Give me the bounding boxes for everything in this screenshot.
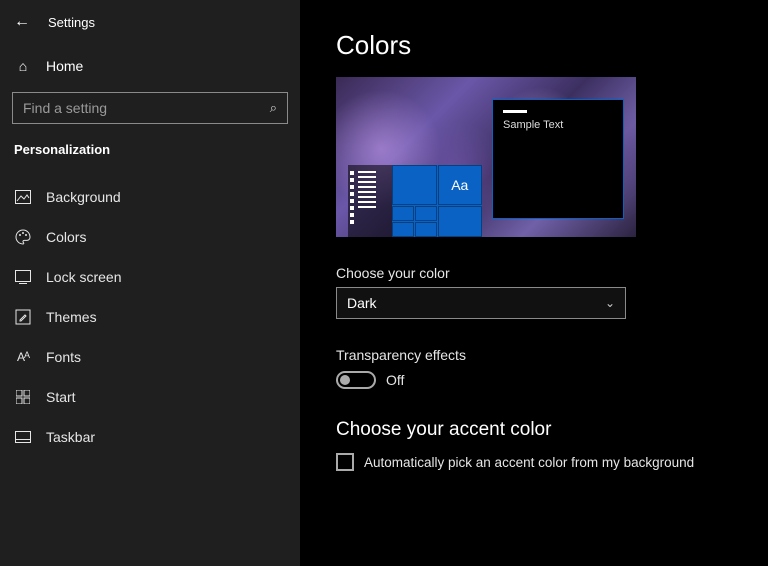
app-title: Settings: [48, 15, 95, 30]
transparency-toggle[interactable]: [336, 371, 376, 389]
sample-accent-bar: [503, 110, 527, 113]
accent-color-title: Choose your accent color: [336, 419, 768, 441]
nav-label: Colors: [46, 229, 86, 245]
color-preview: Sample Text Aa: [336, 77, 636, 237]
sample-window: Sample Text: [492, 99, 624, 219]
nav-fonts[interactable]: AA Fonts: [0, 337, 300, 377]
nav-background[interactable]: Background: [0, 177, 300, 217]
search-input[interactable]: [23, 100, 270, 116]
nav-taskbar[interactable]: Taskbar: [0, 417, 300, 457]
preview-start-list: [348, 165, 392, 237]
palette-icon: [14, 229, 32, 245]
transparency-label: Transparency effects: [336, 347, 768, 363]
color-mode-label: Choose your color: [336, 265, 768, 281]
search-icon: ⌕: [270, 100, 277, 116]
search-box[interactable]: ⌕: [12, 92, 288, 124]
nav-themes[interactable]: Themes: [0, 297, 300, 337]
nav-label: Background: [46, 189, 121, 205]
sidebar: ← Settings ⌂ Home ⌕ Personalization Back…: [0, 0, 300, 566]
nav-list: Background Colors Lock screen Themes AA …: [0, 177, 300, 457]
color-mode-select[interactable]: Dark ⌄: [336, 287, 626, 319]
themes-icon: [14, 309, 32, 325]
nav-start[interactable]: Start: [0, 377, 300, 417]
main-content: Colors Sample Text Aa Choose your color …: [300, 0, 768, 566]
preview-start-tiles: Aa: [392, 165, 482, 237]
preview-aa-tile: Aa: [438, 165, 483, 205]
home-icon: ⌂: [14, 58, 32, 74]
transparency-row: Off: [336, 371, 768, 389]
nav-label: Fonts: [46, 349, 81, 365]
nav-label: Start: [46, 389, 76, 405]
transparency-state: Off: [386, 372, 404, 388]
fonts-icon: AA: [14, 350, 32, 364]
sidebar-header: ← Settings: [0, 12, 300, 48]
lock-screen-icon: [14, 270, 32, 284]
sample-text: Sample Text: [503, 119, 563, 131]
auto-accent-row: Automatically pick an accent color from …: [336, 453, 768, 471]
auto-accent-checkbox[interactable]: [336, 453, 354, 471]
picture-icon: [14, 190, 32, 204]
nav-label: Taskbar: [46, 429, 95, 445]
auto-accent-label: Automatically pick an accent color from …: [364, 455, 694, 470]
home-label: Home: [46, 58, 83, 74]
preview-start: Aa: [348, 165, 482, 237]
taskbar-icon: [14, 431, 32, 443]
back-arrow-icon[interactable]: ←: [14, 14, 30, 30]
nav-lock-screen[interactable]: Lock screen: [0, 257, 300, 297]
home-nav[interactable]: ⌂ Home: [0, 48, 300, 84]
chevron-down-icon: ⌄: [605, 296, 615, 310]
start-icon: [14, 390, 32, 404]
nav-colors[interactable]: Colors: [0, 217, 300, 257]
page-title: Colors: [336, 30, 768, 61]
section-title: Personalization: [0, 138, 300, 169]
color-mode-value: Dark: [347, 295, 377, 311]
nav-label: Lock screen: [46, 269, 121, 285]
nav-label: Themes: [46, 309, 97, 325]
